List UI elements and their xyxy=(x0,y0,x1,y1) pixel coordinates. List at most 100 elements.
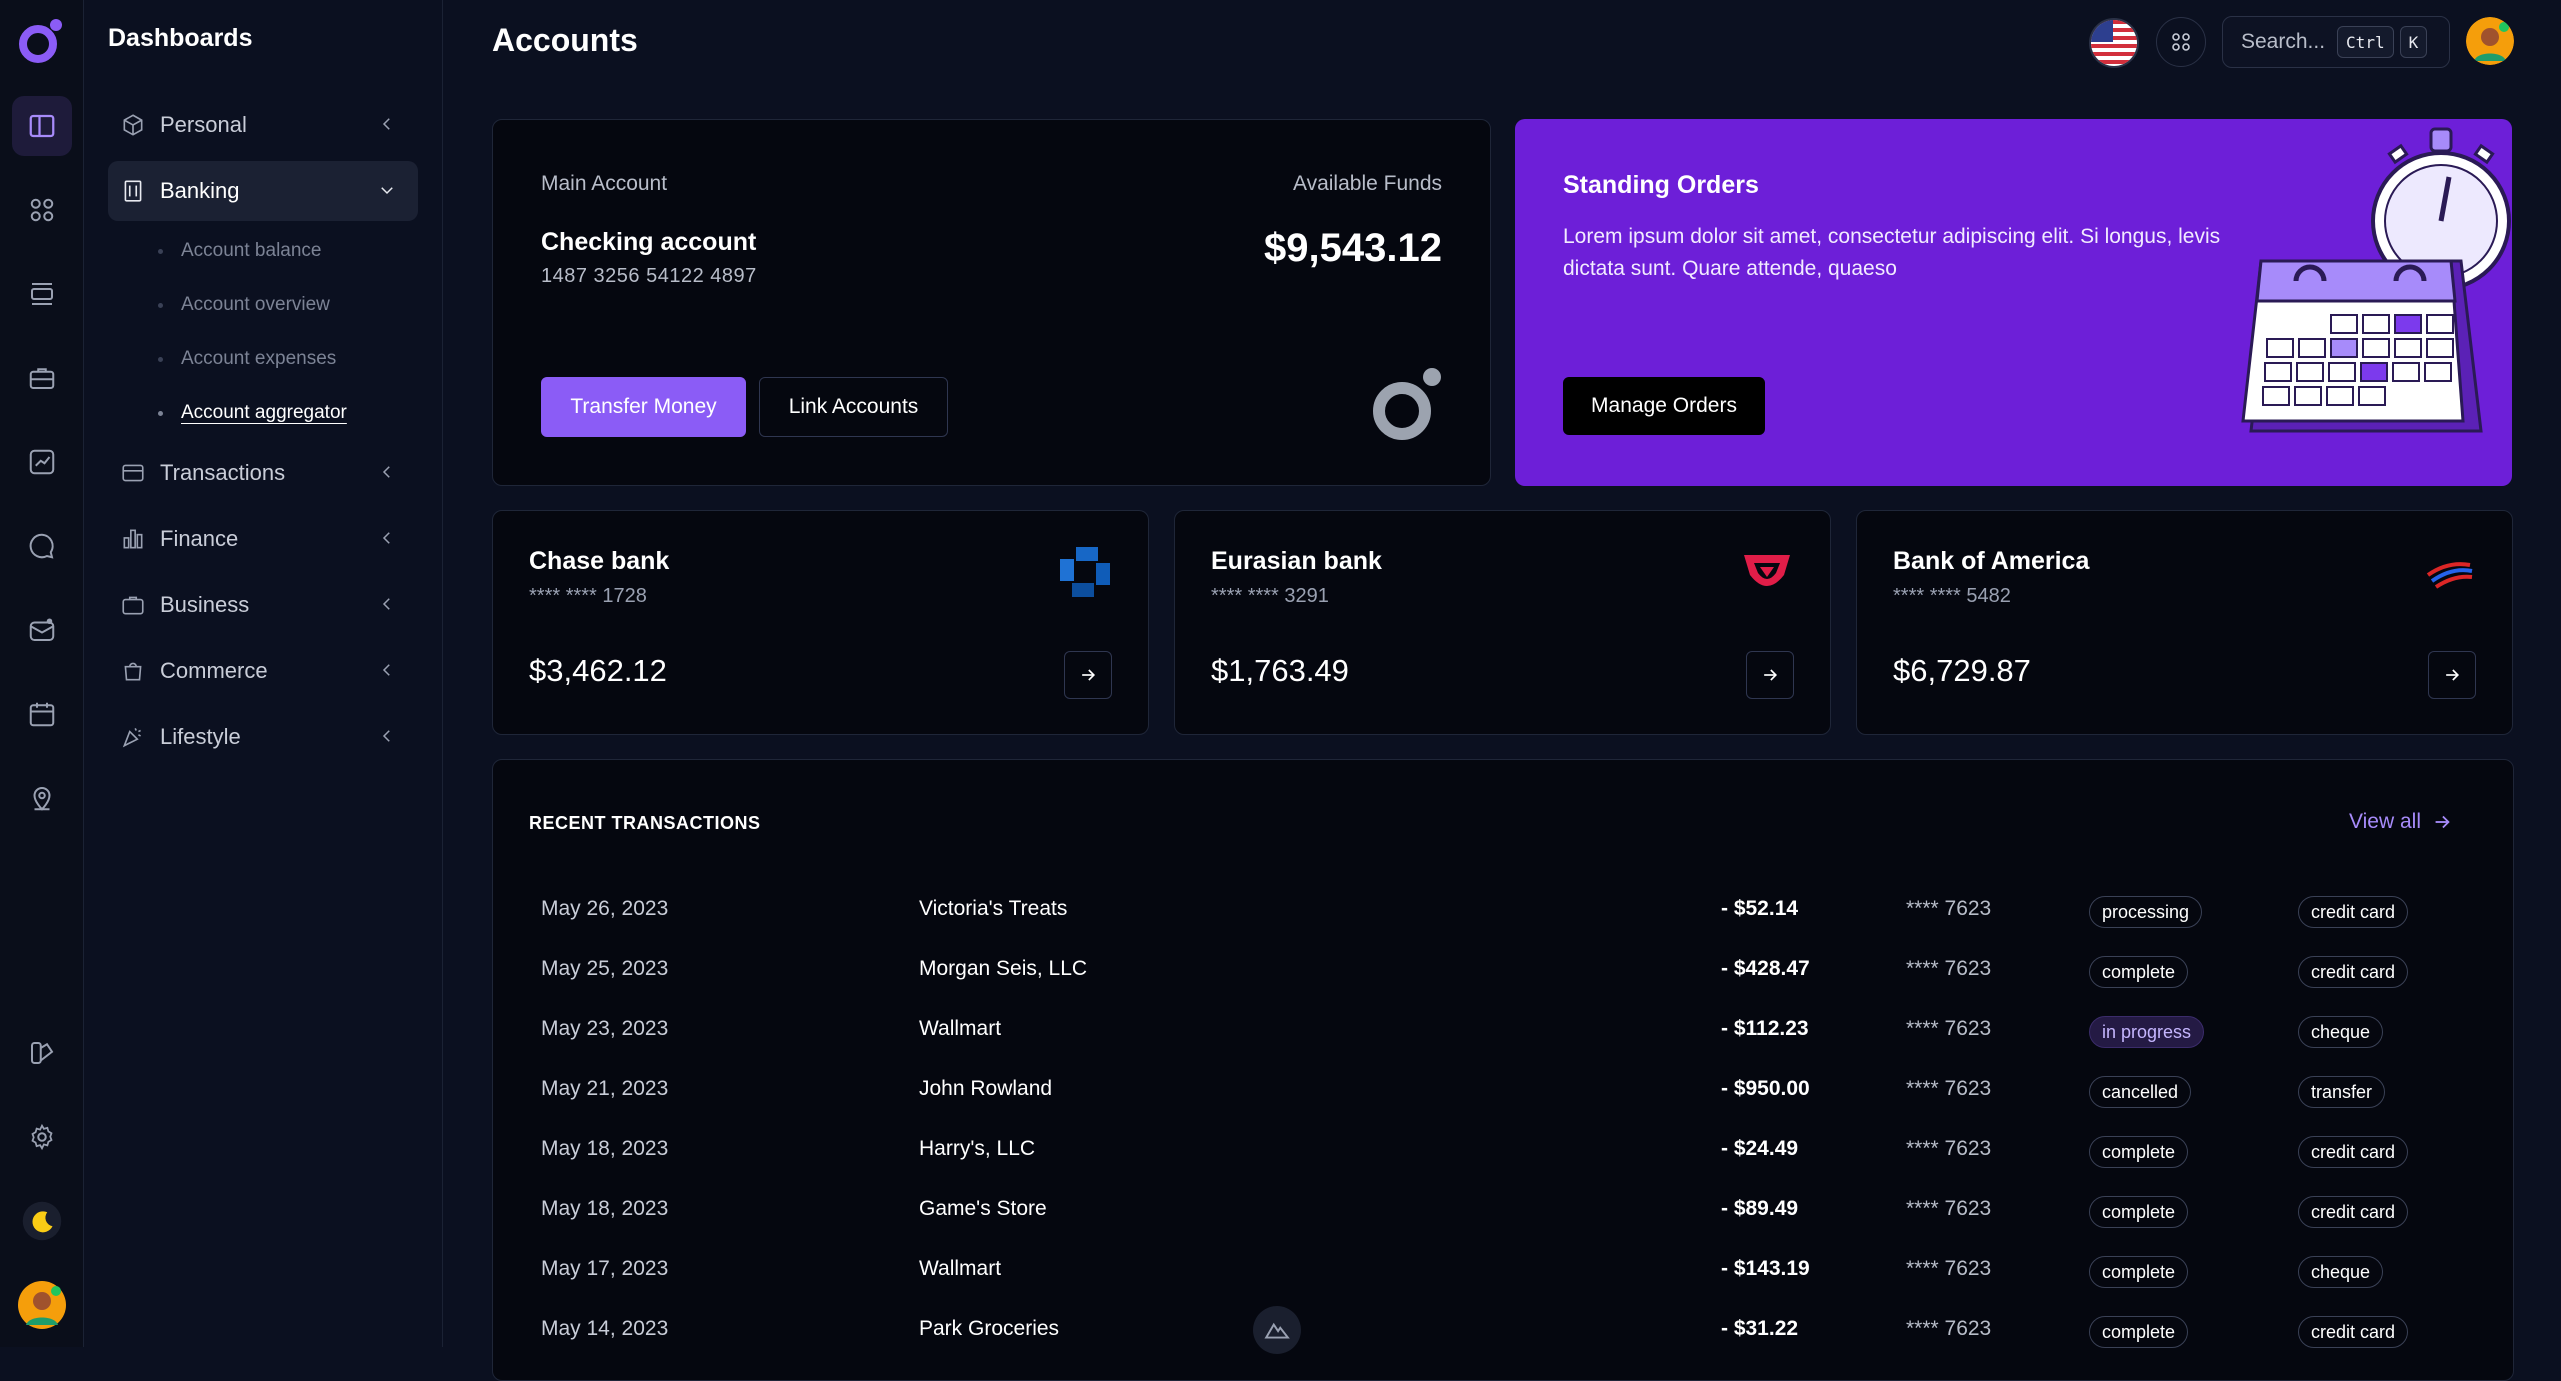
recent-transactions-card: RECENT TRANSACTIONS View all May 26, 202… xyxy=(492,759,2514,1381)
rail-settings-button[interactable] xyxy=(12,1107,72,1167)
us-flag-icon xyxy=(2091,20,2137,66)
open-bank-button[interactable] xyxy=(1746,651,1794,699)
rail-briefcase-button[interactable] xyxy=(12,348,72,408)
bank-name: Bank of America xyxy=(1893,547,2090,575)
table-row[interactable]: May 26, 2023 Victoria's Treats - $52.14 … xyxy=(493,882,2513,942)
avatar-icon xyxy=(18,1281,66,1329)
status-badge: in progress xyxy=(2089,1016,2205,1048)
table-row[interactable]: May 18, 2023 Harry's, LLC - $24.49 **** … xyxy=(493,1122,2513,1182)
chevron-left-icon xyxy=(382,730,390,742)
arrow-right-icon xyxy=(2435,815,2450,829)
rail-chat-button[interactable] xyxy=(12,516,72,576)
sidebar-subitem-account-balance[interactable]: Account balance xyxy=(158,240,322,262)
bank-card-bank-of-america[interactable]: Bank of America **** **** 5482 $6,729.87 xyxy=(1856,510,2513,735)
sidebar-item-transactions[interactable]: Transactions xyxy=(108,443,418,503)
tx-merchant: Park Groceries xyxy=(919,1317,1060,1340)
table-row[interactable]: May 18, 2023 Game's Store - $89.49 **** … xyxy=(493,1182,2513,1242)
sidebar-item-finance[interactable]: Finance xyxy=(108,509,418,569)
account-type-label: Main Account xyxy=(541,172,668,195)
bank-balance: $6,729.87 xyxy=(1893,653,2031,688)
manage-orders-button[interactable]: Manage Orders xyxy=(1563,377,1765,435)
eurasian-logo-icon xyxy=(1744,555,1790,586)
subitem-label: Account overview xyxy=(181,294,330,315)
kbd-k: K xyxy=(2399,26,2428,58)
standing-orders-title: Standing Orders xyxy=(1563,171,1759,199)
sidebar-item-lifestyle[interactable]: Lifestyle xyxy=(108,707,418,767)
rail-layout-button[interactable] xyxy=(12,264,72,324)
tx-amount: - $52.14 xyxy=(1721,897,1799,920)
bullet-dot xyxy=(158,248,163,254)
tx-card: **** 7623 xyxy=(1906,1317,1992,1340)
subitem-label: Account expenses xyxy=(181,348,337,369)
bank-card-eurasian[interactable]: Eurasian bank **** **** 3291 $1,763.49 xyxy=(1174,510,1831,735)
available-funds-label: Available Funds xyxy=(1292,172,1442,195)
standing-orders-card: Standing Orders Lorem ipsum dolor sit am… xyxy=(1515,119,2512,486)
tx-date: May 14, 2023 xyxy=(541,1317,669,1340)
sidebar-subitem-account-overview[interactable]: Account overview xyxy=(158,294,330,316)
bank-balance: $1,763.49 xyxy=(1211,653,1349,688)
table-row[interactable]: May 21, 2023 John Rowland - $950.00 ****… xyxy=(493,1062,2513,1122)
rail-apps-button[interactable] xyxy=(12,180,72,240)
sidebar-subitem-account-aggregator[interactable]: Account aggregator xyxy=(158,402,347,424)
tx-date: May 17, 2023 xyxy=(541,1257,669,1280)
sidebar-item-business[interactable]: Business xyxy=(108,575,418,635)
chevron-down-icon xyxy=(381,187,393,195)
transfer-money-button[interactable]: Transfer Money xyxy=(541,377,746,437)
table-row[interactable]: May 23, 2023 Wallmart - $112.23 **** 762… xyxy=(493,1002,2513,1062)
arrow-right-icon xyxy=(2446,669,2460,681)
tx-date: May 23, 2023 xyxy=(541,1017,669,1040)
sidebar-item-label: Banking xyxy=(160,178,240,203)
briefcase-icon xyxy=(29,368,55,389)
rail-calendar-button[interactable] xyxy=(12,684,72,744)
sidebar: Dashboards Personal Banking Account bala… xyxy=(84,0,443,1347)
rail-theme-toggle[interactable] xyxy=(12,1191,72,1251)
open-bank-button[interactable] xyxy=(1064,651,1112,699)
rail-customize-button[interactable] xyxy=(12,1023,72,1083)
table-row[interactable]: May 14, 2023 Park Groceries - $31.22 ***… xyxy=(493,1302,2513,1362)
chevron-left-icon xyxy=(382,532,390,544)
gear-icon xyxy=(31,1123,53,1151)
user-avatar[interactable] xyxy=(2466,17,2514,65)
boa-logo-icon xyxy=(2426,562,2473,589)
rail-avatar[interactable] xyxy=(12,1275,72,1335)
tx-amount: - $24.49 xyxy=(1721,1137,1799,1160)
layers-icon xyxy=(31,283,53,305)
app-logo-icon[interactable] xyxy=(16,16,66,66)
sidebar-item-personal[interactable]: Personal xyxy=(108,95,418,155)
bank-name: Chase bank xyxy=(529,547,670,575)
subitem-label: Account balance xyxy=(181,240,322,261)
tx-amount: - $31.22 xyxy=(1721,1317,1799,1340)
icon-rail xyxy=(0,0,84,1347)
rail-location-button[interactable] xyxy=(12,768,72,828)
chase-logo-icon xyxy=(1060,547,1110,597)
bank-card-chase[interactable]: Chase bank **** **** 1728 $3,462.12 xyxy=(492,510,1149,735)
tx-merchant: Morgan Seis, LLC xyxy=(919,957,1088,980)
search-input[interactable]: Search... Ctrl K xyxy=(2222,16,2450,68)
bank-card-number: **** **** 5482 xyxy=(1893,585,2011,607)
status-badge: complete xyxy=(2089,1316,2189,1348)
chevron-left-icon xyxy=(382,118,390,130)
tx-merchant: Game's Store xyxy=(919,1197,1047,1220)
rail-dashboard-button[interactable] xyxy=(12,96,72,156)
standing-orders-text: Lorem ipsum dolor sit amet, consectetur … xyxy=(1563,225,2221,280)
table-row[interactable]: May 25, 2023 Morgan Seis, LLC - $428.47 … xyxy=(493,942,2513,1002)
method-badge: credit card xyxy=(2298,1136,2409,1168)
view-all-link[interactable]: View all xyxy=(2349,810,2453,834)
party-icon xyxy=(122,727,141,748)
chart-icon xyxy=(29,449,55,475)
table-row[interactable]: May 17, 2023 Wallmart - $143.19 **** 762… xyxy=(493,1242,2513,1302)
bullet-dot xyxy=(158,302,163,308)
link-accounts-button[interactable]: Link Accounts xyxy=(759,377,948,437)
rail-chart-button[interactable] xyxy=(12,432,72,492)
language-selector[interactable] xyxy=(2089,18,2139,68)
rail-mail-button[interactable] xyxy=(12,600,72,660)
sidebar-subitem-account-expenses[interactable]: Account expenses xyxy=(158,348,336,370)
calendar-stopwatch-icon xyxy=(2241,127,2511,433)
sidebar-item-banking[interactable]: Banking xyxy=(108,161,418,221)
sidebar-item-label: Business xyxy=(160,592,250,617)
tx-amount: - $89.49 xyxy=(1721,1197,1799,1220)
apps-button[interactable] xyxy=(2156,17,2206,67)
open-bank-button[interactable] xyxy=(2428,651,2476,699)
tx-card: **** 7623 xyxy=(1906,1077,1992,1100)
sidebar-item-commerce[interactable]: Commerce xyxy=(108,641,418,701)
